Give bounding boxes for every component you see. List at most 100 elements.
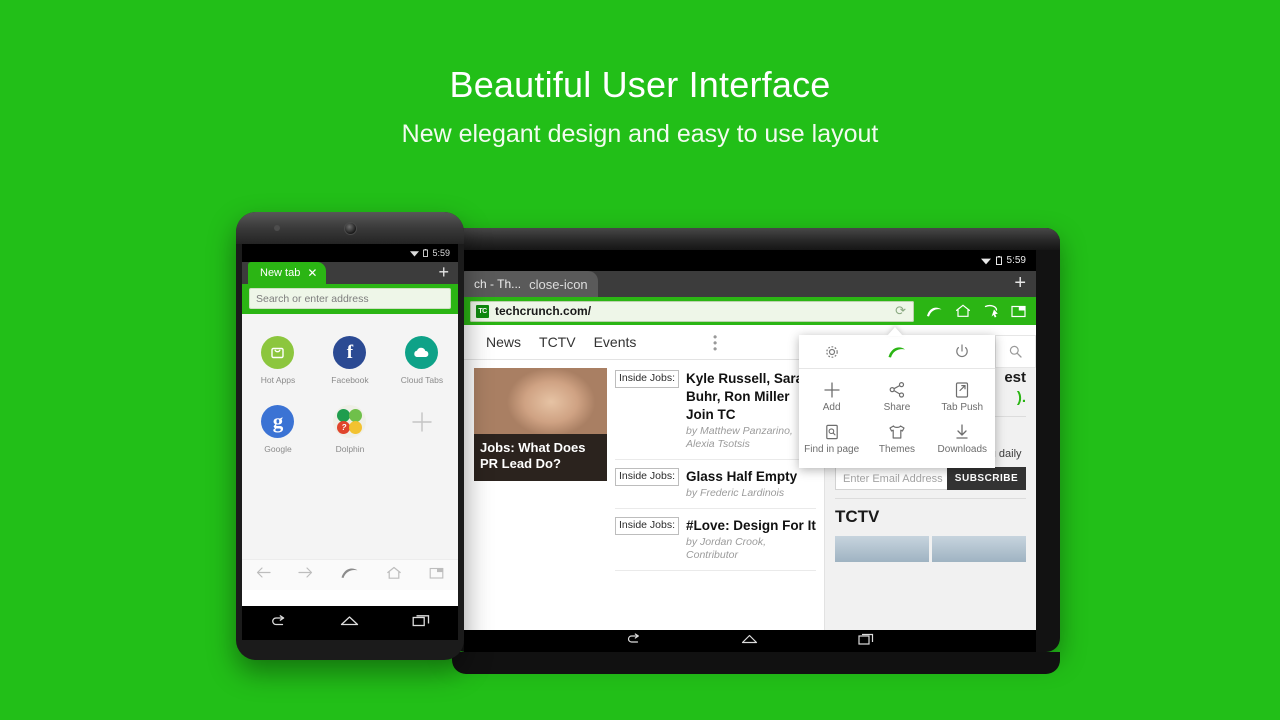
tablet-browser-tab[interactable]: ch - Th... close-icon xyxy=(464,271,598,297)
menu-item-label: Add xyxy=(822,402,841,413)
menu-item-find-in-page[interactable]: Find in page xyxy=(799,418,864,460)
dolphin-icon[interactable] xyxy=(926,305,943,318)
home-icon[interactable] xyxy=(955,304,971,318)
proximity-sensor-icon xyxy=(274,225,280,231)
menu-item-label: Tab Push xyxy=(941,402,984,413)
browser-menu-popup: Add Share Tab Push Find in page Themes D… xyxy=(799,335,995,468)
site-nav-events[interactable]: Events xyxy=(594,334,637,350)
story-tag: Inside Jobs: xyxy=(615,468,680,486)
story-byline: by Frederic Lardinois xyxy=(686,487,785,499)
menu-item-themes[interactable]: Themes xyxy=(864,418,929,460)
menu-item-label: Share xyxy=(883,402,911,413)
tablet-toolbar xyxy=(920,304,1030,318)
phone-new-tab-button[interactable]: + xyxy=(438,263,449,281)
speed-dial-google[interactable]: g Google xyxy=(242,405,314,454)
wifi-icon xyxy=(980,258,991,264)
story-byline: by Jordan Crook, Contributor xyxy=(686,536,767,561)
settings-gear-icon[interactable] xyxy=(799,344,864,360)
bag-icon xyxy=(261,336,295,369)
speed-dial-label: Dolphin xyxy=(335,444,365,454)
site-nav-news[interactable]: News xyxy=(486,334,521,350)
tablet-bezel-bottom xyxy=(452,652,1060,674)
search-input[interactable]: Search or enter address xyxy=(249,288,451,309)
menu-item-label: Find in page xyxy=(804,444,860,455)
hero-caption: Jobs: What Does PR Lead Do? xyxy=(474,434,607,481)
speed-dial-dolphin-folder[interactable]: ? Dolphin xyxy=(314,405,386,454)
page-search-button[interactable] xyxy=(995,335,1036,368)
speed-dial-label: Facebook xyxy=(331,375,369,385)
power-icon[interactable] xyxy=(930,343,995,360)
page-subtitle: New elegant design and easy to use layou… xyxy=(401,120,879,148)
tabs-icon[interactable] xyxy=(429,566,444,585)
menu-item-add[interactable]: Add xyxy=(799,376,864,418)
tctv-title: TCTV xyxy=(835,507,880,526)
phone-browser-tab[interactable]: New tab ✕ xyxy=(248,262,327,284)
forward-icon[interactable] xyxy=(298,566,313,584)
front-camera-icon xyxy=(344,222,357,235)
site-favicon: TC xyxy=(476,304,489,318)
menu-item-downloads[interactable]: Downloads xyxy=(930,418,995,460)
android-recents-icon[interactable] xyxy=(858,632,875,650)
email-field[interactable]: Enter Email Address xyxy=(835,467,947,490)
tablet-url-text: techcrunch.com/ xyxy=(495,304,592,318)
menu-item-share[interactable]: Share xyxy=(864,376,929,418)
tablet-address-input[interactable]: TC techcrunch.com/ ⟳ xyxy=(470,300,914,322)
speed-dial-hot-apps[interactable]: Hot Apps xyxy=(242,336,314,385)
hero-column: Jobs: What Does PR Lead Do? xyxy=(464,360,607,630)
wifi-icon xyxy=(410,250,420,256)
tablet-new-tab-button[interactable]: + xyxy=(1014,273,1026,293)
cloud-icon xyxy=(405,336,439,369)
popup-top-row xyxy=(799,335,995,369)
popup-caret xyxy=(887,327,903,336)
list-item[interactable]: Inside Jobs: #Love: Design For It by Jor… xyxy=(615,517,816,571)
tablet-screen: 5:59 ch - Th... close-icon + TC techcrun… xyxy=(464,250,1036,630)
divider xyxy=(835,498,1026,499)
hero-article[interactable]: Jobs: What Does PR Lead Do? xyxy=(474,368,607,481)
page-title: Beautiful User Interface xyxy=(449,64,831,105)
android-back-icon[interactable] xyxy=(269,614,287,633)
phone-clock: 5:59 xyxy=(432,248,450,258)
home-icon[interactable] xyxy=(386,566,402,585)
close-icon[interactable]: ✕ xyxy=(307,266,317,280)
tablet-bezel-top xyxy=(452,228,1060,250)
tctv-thumbnails[interactable] xyxy=(835,536,1026,562)
dolphin-icon[interactable] xyxy=(864,345,929,359)
speed-dial-cloud-tabs[interactable]: Cloud Tabs xyxy=(386,336,458,385)
back-icon[interactable] xyxy=(256,566,271,584)
tablet-url-bar: TC techcrunch.com/ ⟳ xyxy=(464,297,1036,325)
story-title: Kyle Russell, Sarah Buhr, Ron Miller Joi… xyxy=(686,371,812,422)
gesture-icon[interactable] xyxy=(983,304,999,318)
speed-dial-label: Hot Apps xyxy=(260,375,296,385)
speed-dial-facebook[interactable]: f Facebook xyxy=(314,336,386,385)
tablet-tab-label: ch - Th... xyxy=(474,277,522,291)
reload-icon[interactable]: ⟳ xyxy=(895,303,906,319)
dolphin-icon[interactable] xyxy=(340,566,359,584)
battery-icon xyxy=(423,249,429,257)
kebab-menu-icon[interactable]: • • • xyxy=(713,331,717,355)
phone-speed-dial: Hot Apps f Facebook Cloud Tabs g Google … xyxy=(242,314,458,590)
folder-mini-icon-4 xyxy=(349,421,363,434)
android-home-icon[interactable] xyxy=(340,614,359,632)
tablet-system-nav xyxy=(464,630,1036,652)
menu-item-tab-push[interactable]: Tab Push xyxy=(930,376,995,418)
menu-item-label: Downloads xyxy=(937,444,988,455)
android-recents-icon[interactable] xyxy=(412,614,431,632)
speed-dial-add[interactable] xyxy=(386,405,458,454)
list-item[interactable]: Inside Jobs: Kyle Russell, Sarah Buhr, R… xyxy=(615,370,816,460)
phone-bottom-bar xyxy=(242,559,458,590)
site-nav-tctv[interactable]: TCTV xyxy=(539,334,576,350)
tabs-icon[interactable] xyxy=(1011,304,1026,318)
story-tag: Inside Jobs: xyxy=(615,517,680,535)
android-home-icon[interactable] xyxy=(741,632,758,650)
story-list: Inside Jobs: Kyle Russell, Sarah Buhr, R… xyxy=(607,360,824,630)
plus-icon xyxy=(824,382,840,398)
battery-icon xyxy=(995,256,1002,265)
subscribe-button[interactable]: SUBSCRIBE xyxy=(947,467,1026,490)
phone-screen: 5:59 New tab ✕ + Search or enter address xyxy=(242,244,458,606)
dolphin-folder-icon: ? xyxy=(333,405,367,438)
share-icon xyxy=(889,381,905,398)
android-back-icon[interactable] xyxy=(625,632,641,650)
story-byline: by Matthew Panzarino, Alexia Tsotsis xyxy=(686,425,793,450)
list-item[interactable]: Inside Jobs: Glass Half Empty by Frederi… xyxy=(615,468,816,509)
close-icon[interactable]: close-icon xyxy=(529,277,588,292)
